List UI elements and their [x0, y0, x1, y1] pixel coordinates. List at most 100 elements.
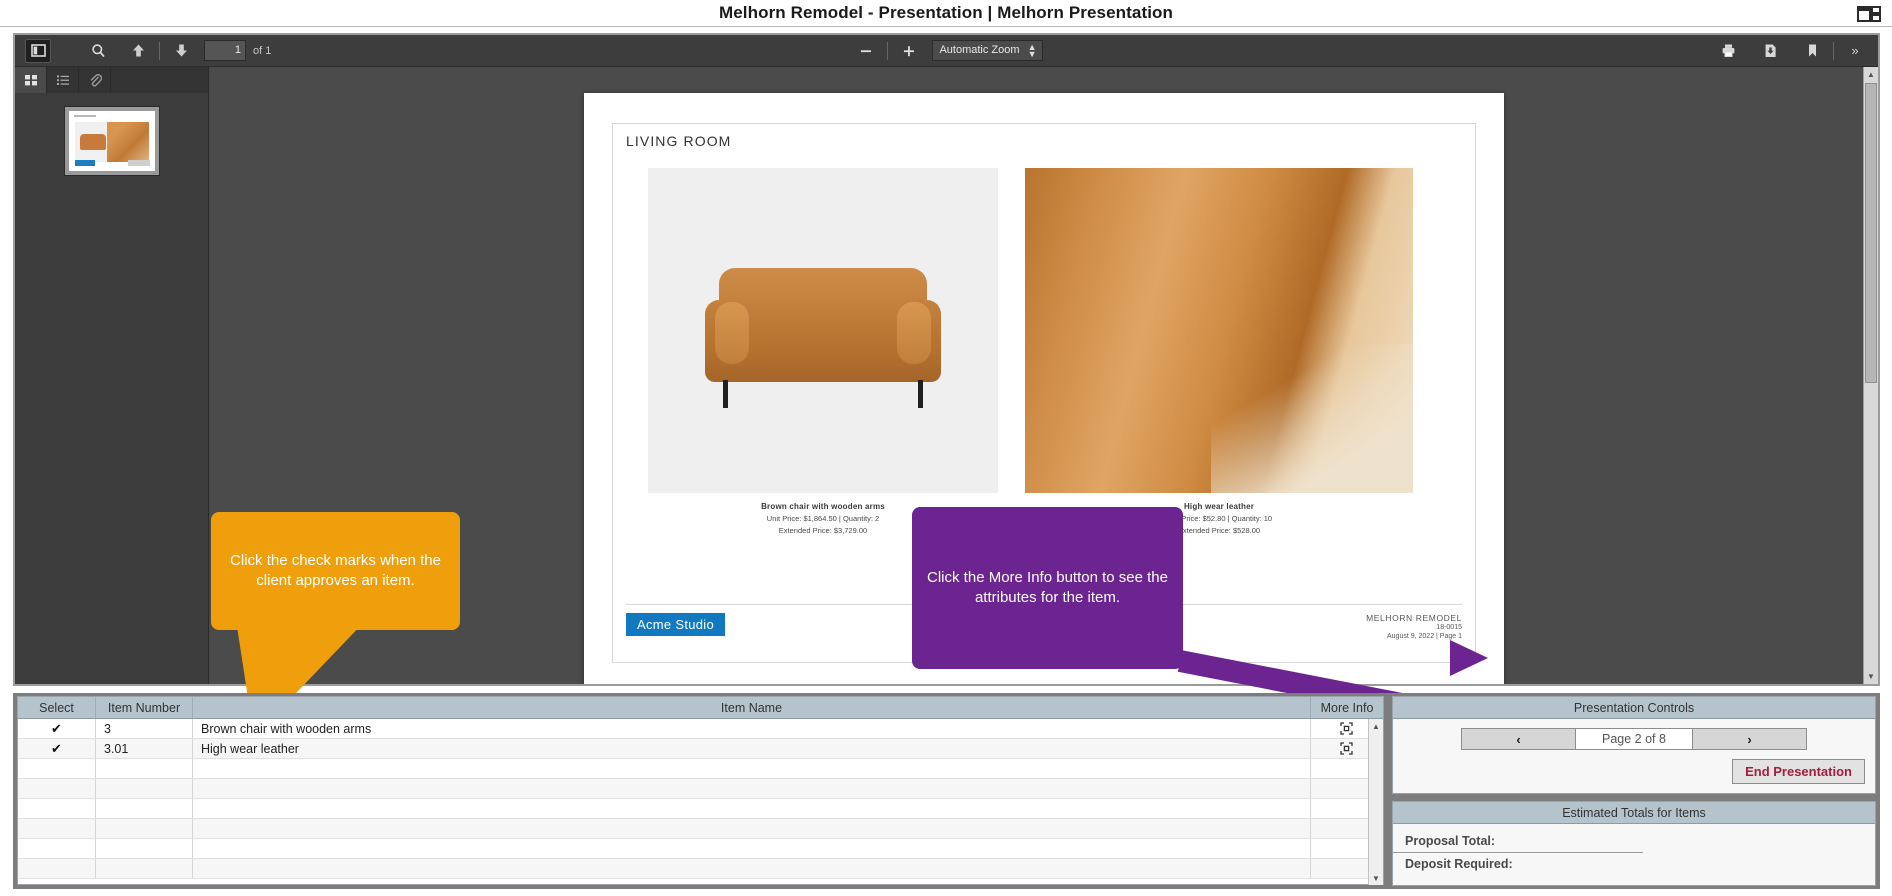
empty-cell — [193, 799, 1311, 818]
page-number-input[interactable]: 1 — [204, 40, 246, 61]
window-title: Melhorn Remodel - Presentation | Melhorn… — [718, 3, 1173, 22]
bottom-panel: Select Item Number Item Name More Info ✔… — [13, 693, 1880, 889]
page-indicator: Page 2 of 8 — [1576, 728, 1692, 750]
zoom-out-button[interactable] — [852, 39, 878, 63]
column-header-select: Select — [18, 697, 96, 718]
product-block-leather: High wear leather Unit Price: $52.80 | Q… — [1025, 168, 1413, 535]
window-title-bar: Melhorn Remodel - Presentation | Melhorn… — [0, 0, 1892, 27]
proposal-total-row: Proposal Total: — [1393, 830, 1643, 853]
column-header-more-info: More Info — [1320, 700, 1374, 715]
empty-cell — [96, 779, 193, 798]
empty-cell — [96, 839, 193, 858]
company-logo: Acme Studio — [626, 613, 726, 636]
chair-leg-left — [723, 380, 728, 408]
zoom-level-select[interactable]: Automatic Zoom ▲ ▼ — [931, 40, 1043, 61]
items-grid-header: Select Item Number Item Name More Info — [18, 697, 1383, 719]
tools-divider — [1833, 41, 1834, 60]
table-row[interactable]: ✔ 3.01 High wear leather — [18, 739, 1383, 759]
print-icon[interactable] — [1715, 39, 1741, 63]
pdf-toolbar: 1 of 1 Automatic Zoom ▲ ▼ » — [15, 35, 1878, 67]
chair-cushion-right — [897, 302, 931, 364]
chair-image — [648, 168, 998, 493]
attachments-tab[interactable] — [79, 67, 111, 93]
table-row-empty — [18, 859, 1383, 879]
grid-scroll-up-icon[interactable]: ▲ — [1369, 719, 1383, 733]
deposit-required-row: Deposit Required: — [1393, 853, 1875, 875]
grid-scrollbar[interactable]: ▲ ▼ — [1368, 719, 1383, 885]
empty-cell — [18, 859, 96, 878]
empty-cell — [96, 859, 193, 878]
thumbnail-chair-image — [74, 122, 111, 162]
zoom-divider — [886, 41, 888, 60]
empty-cell — [96, 759, 193, 778]
empty-cell — [96, 799, 193, 818]
chair-illustration — [705, 262, 941, 412]
table-row-empty — [18, 779, 1383, 799]
purple-callout-text: Click the More Info button to see the at… — [927, 568, 1168, 606]
scroll-up-icon[interactable]: ▲ — [1864, 67, 1878, 82]
column-header-item-name: Item Name — [193, 697, 1311, 718]
empty-cell — [18, 759, 96, 778]
search-icon[interactable] — [85, 39, 111, 63]
previous-page-icon[interactable] — [125, 39, 151, 63]
right-panel: Presentation Controls ‹ Page 2 of 8 › En… — [1392, 696, 1876, 886]
thumbnail-list — [15, 93, 208, 176]
table-row-empty — [18, 839, 1383, 859]
thumbnail-title-line — [73, 115, 96, 117]
thumbnail-leather-image — [106, 122, 149, 162]
room-title: LIVING ROOM — [626, 133, 732, 149]
end-presentation-button[interactable]: End Presentation — [1732, 759, 1865, 784]
download-icon[interactable] — [1757, 39, 1783, 63]
scroll-down-icon[interactable]: ▼ — [1864, 669, 1878, 684]
restore-window-icon[interactable] — [1856, 4, 1882, 24]
deposit-required-label: Deposit Required: — [1405, 857, 1513, 871]
footer-project-name: MELHORN REMODEL — [1366, 613, 1462, 623]
empty-cell — [193, 819, 1311, 838]
table-row[interactable]: ✔ 3 Brown chair with wooden arms — [18, 719, 1383, 739]
zoom-level-value: Automatic Zoom — [939, 44, 1020, 56]
document-scrollbar[interactable]: ▲ ▼ — [1863, 67, 1878, 684]
orange-callout-text: Click the check marks when the client ap… — [230, 551, 441, 589]
empty-cell — [193, 759, 1311, 778]
orange-callout: Click the check marks when the client ap… — [211, 512, 460, 630]
empty-cell — [18, 839, 96, 858]
footer-project-number: 18-0015 — [1436, 624, 1462, 631]
end-presentation-row: End Presentation — [1403, 759, 1865, 784]
page-thumbnail-1[interactable] — [63, 106, 160, 176]
thumbnail-footer — [127, 160, 150, 166]
row-select-checkmark[interactable]: ✔ — [18, 739, 96, 758]
chair-cushion-left — [715, 302, 749, 364]
page-navigator: ‹ Page 2 of 8 › — [1403, 728, 1865, 750]
thumbnails-tab[interactable] — [15, 67, 47, 93]
sidebar-toggle-icon[interactable] — [25, 38, 51, 63]
empty-cell — [18, 779, 96, 798]
table-row-empty — [18, 799, 1383, 819]
row-select-checkmark[interactable]: ✔ — [18, 719, 96, 738]
page-count-label: of 1 — [253, 44, 272, 57]
empty-cell — [18, 819, 96, 838]
row-item-number: 3.01 — [96, 739, 193, 758]
estimated-totals-body: Proposal Total: Deposit Required: — [1393, 824, 1875, 885]
zoom-in-button[interactable] — [895, 39, 921, 63]
empty-cell — [96, 819, 193, 838]
items-grid: Select Item Number Item Name More Info ✔… — [17, 696, 1384, 885]
chevron-updown-icon: ▲ ▼ — [1027, 42, 1037, 59]
chair-leg-right — [918, 380, 923, 408]
next-page-button[interactable]: › — [1692, 728, 1807, 750]
bookmark-icon[interactable] — [1799, 39, 1825, 63]
product-block-chair: Brown chair with wooden arms Unit Price:… — [648, 168, 998, 535]
next-page-icon[interactable] — [168, 39, 194, 63]
table-row-empty — [18, 819, 1383, 839]
empty-cell — [193, 859, 1311, 878]
row-item-number: 3 — [96, 719, 193, 738]
grid-scroll-down-icon[interactable]: ▼ — [1369, 871, 1383, 885]
outline-tab[interactable] — [47, 67, 79, 93]
more-tools-icon[interactable]: » — [1842, 39, 1868, 63]
table-row-empty — [18, 759, 1383, 779]
purple-callout: Click the More Info button to see the at… — [912, 507, 1183, 669]
more-info-icon — [1340, 742, 1353, 755]
footer-date-page: August 9, 2022 | Page 1 — [1387, 633, 1462, 640]
leather-image — [1025, 168, 1413, 493]
previous-page-button[interactable]: ‹ — [1461, 728, 1576, 750]
scrollbar-thumb[interactable] — [1865, 83, 1877, 383]
